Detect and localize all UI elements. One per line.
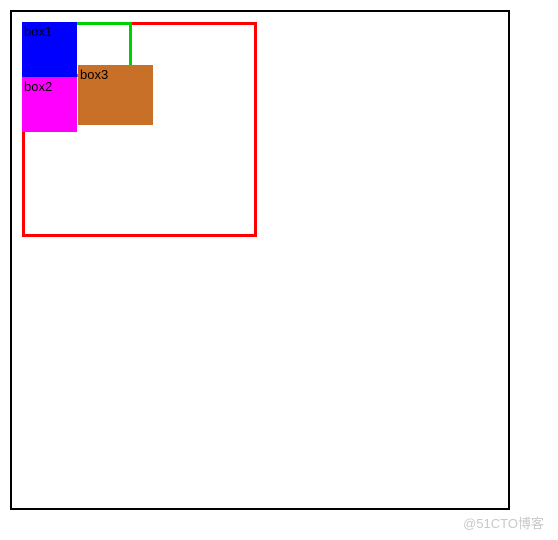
- watermark-text: @51CTO博客: [463, 513, 544, 532]
- outer-container: box1 box3 box2: [10, 10, 510, 510]
- red-container: box1 box3 box2: [22, 22, 257, 237]
- box3: box3: [78, 65, 153, 125]
- box1: box1: [22, 22, 77, 77]
- box2: box2: [22, 77, 77, 132]
